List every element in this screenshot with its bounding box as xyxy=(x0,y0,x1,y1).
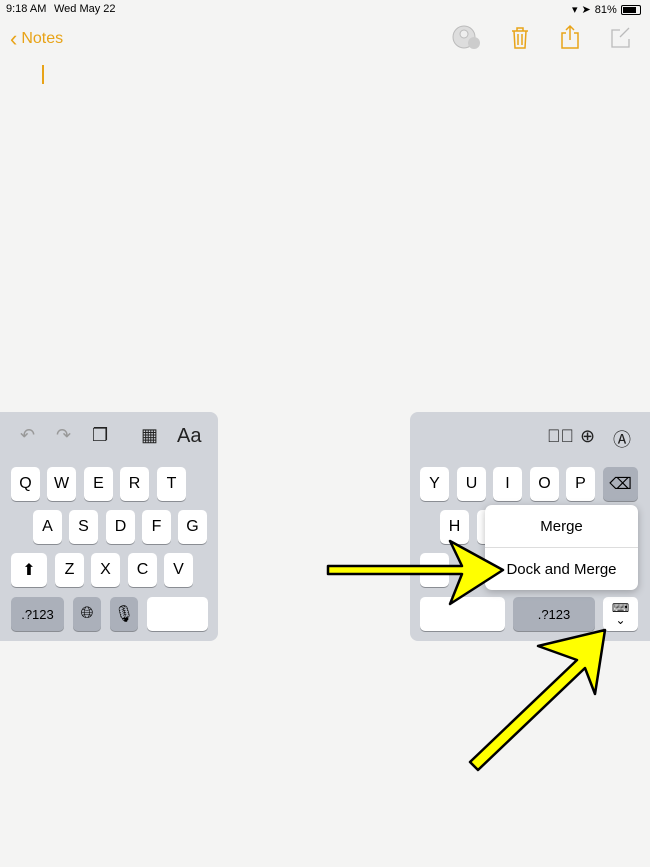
arrow-pointing-keyboard-key xyxy=(468,628,607,772)
annotation-arrows xyxy=(326,539,607,772)
arrow-pointing-dock-and-merge xyxy=(326,539,505,606)
